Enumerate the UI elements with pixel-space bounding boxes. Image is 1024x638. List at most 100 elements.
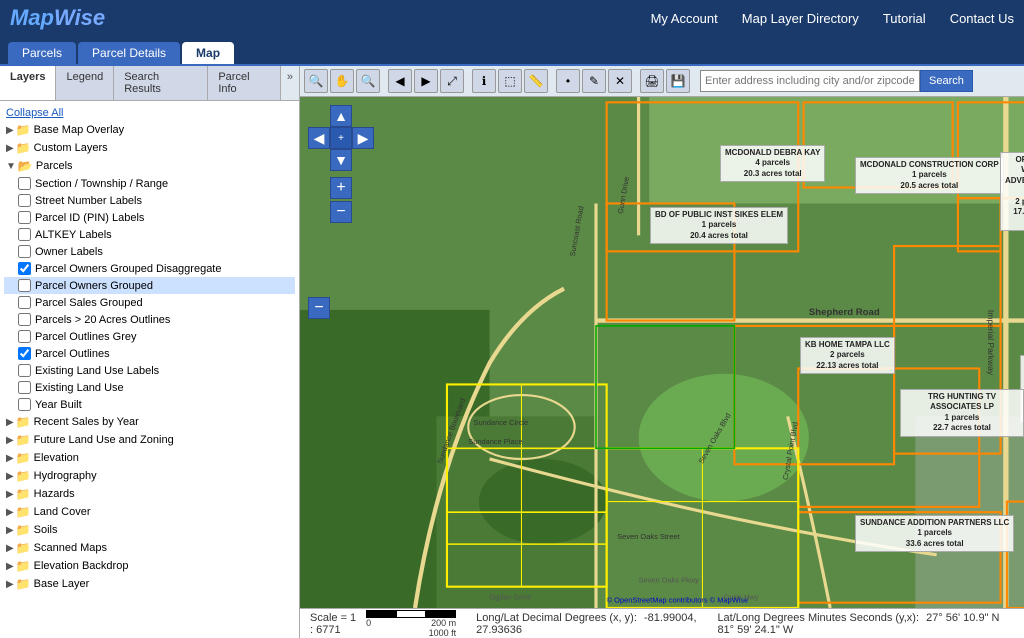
point-button[interactable]: • (556, 69, 580, 93)
layer-custom-layers[interactable]: ▶ 📁 Custom Layers (4, 139, 295, 157)
parcel-label-off-the-wall[interactable]: OFF THE WALL ADVENTURES INC2 parcels17.4… (1000, 152, 1024, 231)
layer-checkbox[interactable] (18, 347, 31, 360)
layer-parcel-sales-grouped[interactable]: Parcel Sales Grouped (4, 294, 295, 311)
pan-east-button[interactable]: ▶ (352, 127, 374, 149)
layer-checkbox[interactable] (18, 279, 31, 292)
clear-button[interactable]: ✕ (608, 69, 632, 93)
layer-existing-land-use[interactable]: Existing Land Use (4, 379, 295, 396)
layer-elevation[interactable]: ▶ 📁 Elevation (4, 449, 295, 467)
forward-button[interactable]: ▶ (414, 69, 438, 93)
zoom-out-nav-button[interactable]: − (330, 201, 352, 223)
address-search-input[interactable] (700, 70, 920, 92)
layer-section-township[interactable]: Section / Township / Range (4, 175, 295, 192)
layer-checkbox[interactable] (18, 262, 31, 275)
pan-north-button[interactable]: ▲ (330, 105, 352, 127)
layer-elevation-backdrop[interactable]: ▶ 📁 Elevation Backdrop (4, 557, 295, 575)
pan-west-button[interactable]: ◀ (308, 127, 330, 149)
sidebar-tab-parcel-info[interactable]: Parcel Info (208, 66, 281, 100)
layer-future-land-use[interactable]: ▶ 📁 Future Land Use and Zoning (4, 431, 295, 449)
layer-hazards[interactable]: ▶ 📁 Hazards (4, 485, 295, 503)
search-button[interactable]: Search (920, 70, 973, 92)
pan-button[interactable]: ✋ (330, 69, 354, 93)
sidebar-tab-layers[interactable]: Layers (0, 66, 56, 100)
latlong-label: Lat/Long Degrees Minutes Seconds (y,x): (717, 612, 919, 624)
layer-street-number[interactable]: Street Number Labels (4, 192, 295, 209)
layer-label: Existing Land Use Labels (35, 365, 159, 377)
zoom-out-left-button[interactable]: − (308, 297, 330, 319)
layer-altkey[interactable]: ALTKEY Labels (4, 226, 295, 243)
label-text: SUNDANCE ADDITION PARTNERS LLC1 parcels3… (860, 518, 1009, 548)
sidebar-collapse-toggle[interactable]: » (281, 66, 299, 100)
layer-checkbox[interactable] (18, 364, 31, 377)
collapse-all-link[interactable]: Collapse All (4, 105, 295, 121)
nav-row: ◀ + ▶ (308, 127, 374, 149)
sidebar-tab-legend[interactable]: Legend (56, 66, 114, 100)
nav-my-account[interactable]: My Account (651, 11, 718, 26)
tab-parcels[interactable]: Parcels (8, 42, 76, 64)
layer-parcel-owners-grouped[interactable]: Parcel Owners Grouped (4, 277, 295, 294)
export-button[interactable]: 💾 (666, 69, 690, 93)
layer-checkbox[interactable] (18, 211, 31, 224)
svg-text:Seven Oaks Street: Seven Oaks Street (617, 532, 680, 541)
layer-base-layer[interactable]: ▶ 📁 Base Layer (4, 575, 295, 593)
scale-graphic: 0 200 m 1000 ft (366, 610, 456, 638)
identify-button[interactable]: ℹ (472, 69, 496, 93)
layer-parcels-20-acres[interactable]: Parcels > 20 Acres Outlines (4, 311, 295, 328)
parcel-label-bd-public[interactable]: BD OF PUBLIC INST SIKES ELEM1 parcels20.… (650, 207, 788, 244)
layer-checkbox[interactable] (18, 313, 31, 326)
label-text: KB HOME TAMPA LLC2 parcels22.13 acres to… (805, 340, 890, 370)
print-button[interactable]: 🖨 (640, 69, 664, 93)
layer-checkbox[interactable] (18, 296, 31, 309)
sidebar-tab-search-results[interactable]: Search Results (114, 66, 208, 100)
layer-existing-land-use-labels[interactable]: Existing Land Use Labels (4, 362, 295, 379)
polyline-button[interactable]: ✎ (582, 69, 606, 93)
nav-contact-us[interactable]: Contact Us (950, 11, 1014, 26)
layer-base-map-overlay[interactable]: ▶ 📁 Base Map Overlay (4, 121, 295, 139)
layer-checkbox[interactable] (18, 398, 31, 411)
nav-row: ▲ (308, 105, 374, 127)
measure-button[interactable]: 📏 (524, 69, 548, 93)
layer-checkbox[interactable] (18, 194, 31, 207)
layer-parcel-id[interactable]: Parcel ID (PIN) Labels (4, 209, 295, 226)
layer-parcels[interactable]: ▼ 📂 Parcels (4, 157, 295, 175)
layer-owner-labels[interactable]: Owner Labels (4, 243, 295, 260)
scale-label-1000ft: 1000 ft (429, 628, 457, 638)
layer-soils[interactable]: ▶ 📁 Soils (4, 521, 295, 539)
layer-checkbox[interactable] (18, 177, 31, 190)
layer-parcel-outlines-grey[interactable]: Parcel Outlines Grey (4, 328, 295, 345)
parcel-label-mcdonald-debra[interactable]: MCDONALD DEBRA KAY4 parcels20.3 acres to… (720, 145, 825, 182)
layer-land-cover[interactable]: ▶ 📁 Land Cover (4, 503, 295, 521)
layer-year-built[interactable]: Year Built (4, 396, 295, 413)
layer-parcel-outlines[interactable]: Parcel Outlines (4, 345, 295, 362)
scale-bar: Scale = 1 : 6771 0 200 m 1000 ft (310, 610, 456, 638)
layer-parcel-owners-disaggregate[interactable]: Parcel Owners Grouped Disaggregate (4, 260, 295, 277)
layer-label: Parcels (36, 160, 73, 172)
scale-seg-1 (366, 610, 396, 618)
layer-scanned-maps[interactable]: ▶ 📁 Scanned Maps (4, 539, 295, 557)
map-canvas[interactable]: Shepherd Road Imperial Parkway Sundance … (300, 97, 1024, 608)
parcel-label-trg[interactable]: TRG HUNTING TV ASSOCIATES LP1 parcels22.… (900, 389, 1024, 437)
pan-center-button[interactable]: + (330, 127, 352, 149)
layer-recent-sales[interactable]: ▶ 📁 Recent Sales by Year (4, 413, 295, 431)
select-button[interactable]: ⬚ (498, 69, 522, 93)
zoom-in-nav-button[interactable]: + (330, 177, 352, 199)
back-button[interactable]: ◀ (388, 69, 412, 93)
parcel-label-kb-home[interactable]: KB HOME TAMPA LLC2 parcels22.13 acres to… (800, 337, 895, 374)
layer-checkbox[interactable] (18, 245, 31, 258)
zoom-to-button[interactable]: ⤢ (440, 69, 464, 93)
scale-label-0: 0 (366, 618, 371, 628)
parcel-label-sundance[interactable]: SUNDANCE ADDITION PARTNERS LLC1 parcels3… (855, 515, 1014, 552)
zoom-in-button[interactable]: 🔍 (304, 69, 328, 93)
tab-map[interactable]: Map (182, 42, 234, 64)
tab-parcel-details[interactable]: Parcel Details (78, 42, 180, 64)
parcel-label-mcdonald-construction[interactable]: MCDONALD CONSTRUCTION CORP1 parcels20.5 … (855, 157, 1004, 194)
pan-south-button[interactable]: ▼ (330, 149, 352, 171)
zoom-out-button[interactable]: 🔍 (356, 69, 380, 93)
layer-checkbox[interactable] (18, 330, 31, 343)
layer-checkbox[interactable] (18, 381, 31, 394)
nav-tutorial[interactable]: Tutorial (883, 11, 926, 26)
nav-map-layer-directory[interactable]: Map Layer Directory (742, 11, 859, 26)
layer-label: Parcel Owners Grouped Disaggregate (35, 263, 221, 275)
layer-checkbox[interactable] (18, 228, 31, 241)
layer-hydrography[interactable]: ▶ 📁 Hydrography (4, 467, 295, 485)
